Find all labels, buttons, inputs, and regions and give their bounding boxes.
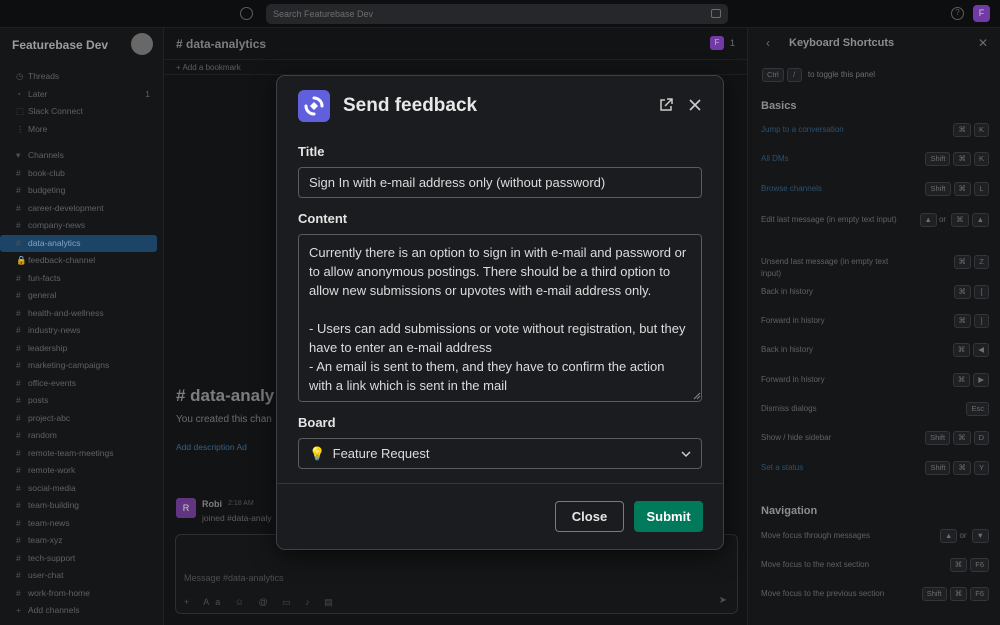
featurebase-logo-icon [298, 90, 330, 122]
title-input[interactable]: Sign In with e-mail address only (withou… [298, 167, 702, 198]
close-icon[interactable] [687, 97, 703, 113]
board-selected-value: Feature Request [332, 446, 430, 461]
chevron-down-icon [681, 451, 691, 458]
dialog-title: Send feedback [343, 95, 478, 116]
submit-button[interactable]: Submit [634, 501, 703, 532]
content-textarea[interactable]: Currently there is an option to sign in … [298, 234, 702, 402]
app-window: Search Featurebase Dev ? F Featurebase D… [0, 0, 1000, 625]
board-select[interactable]: 💡 Feature Request [298, 438, 702, 469]
lightbulb-icon: 💡 [309, 446, 326, 461]
send-feedback-dialog: Send feedback Title Sign In with e-mail … [276, 75, 724, 550]
footer-divider [277, 483, 723, 484]
board-label: Board [298, 415, 336, 430]
close-button[interactable]: Close [555, 501, 624, 532]
open-external-icon[interactable] [658, 97, 674, 113]
content-label: Content [298, 211, 348, 226]
resize-handle-icon[interactable] [693, 392, 701, 400]
title-label: Title [298, 144, 325, 159]
